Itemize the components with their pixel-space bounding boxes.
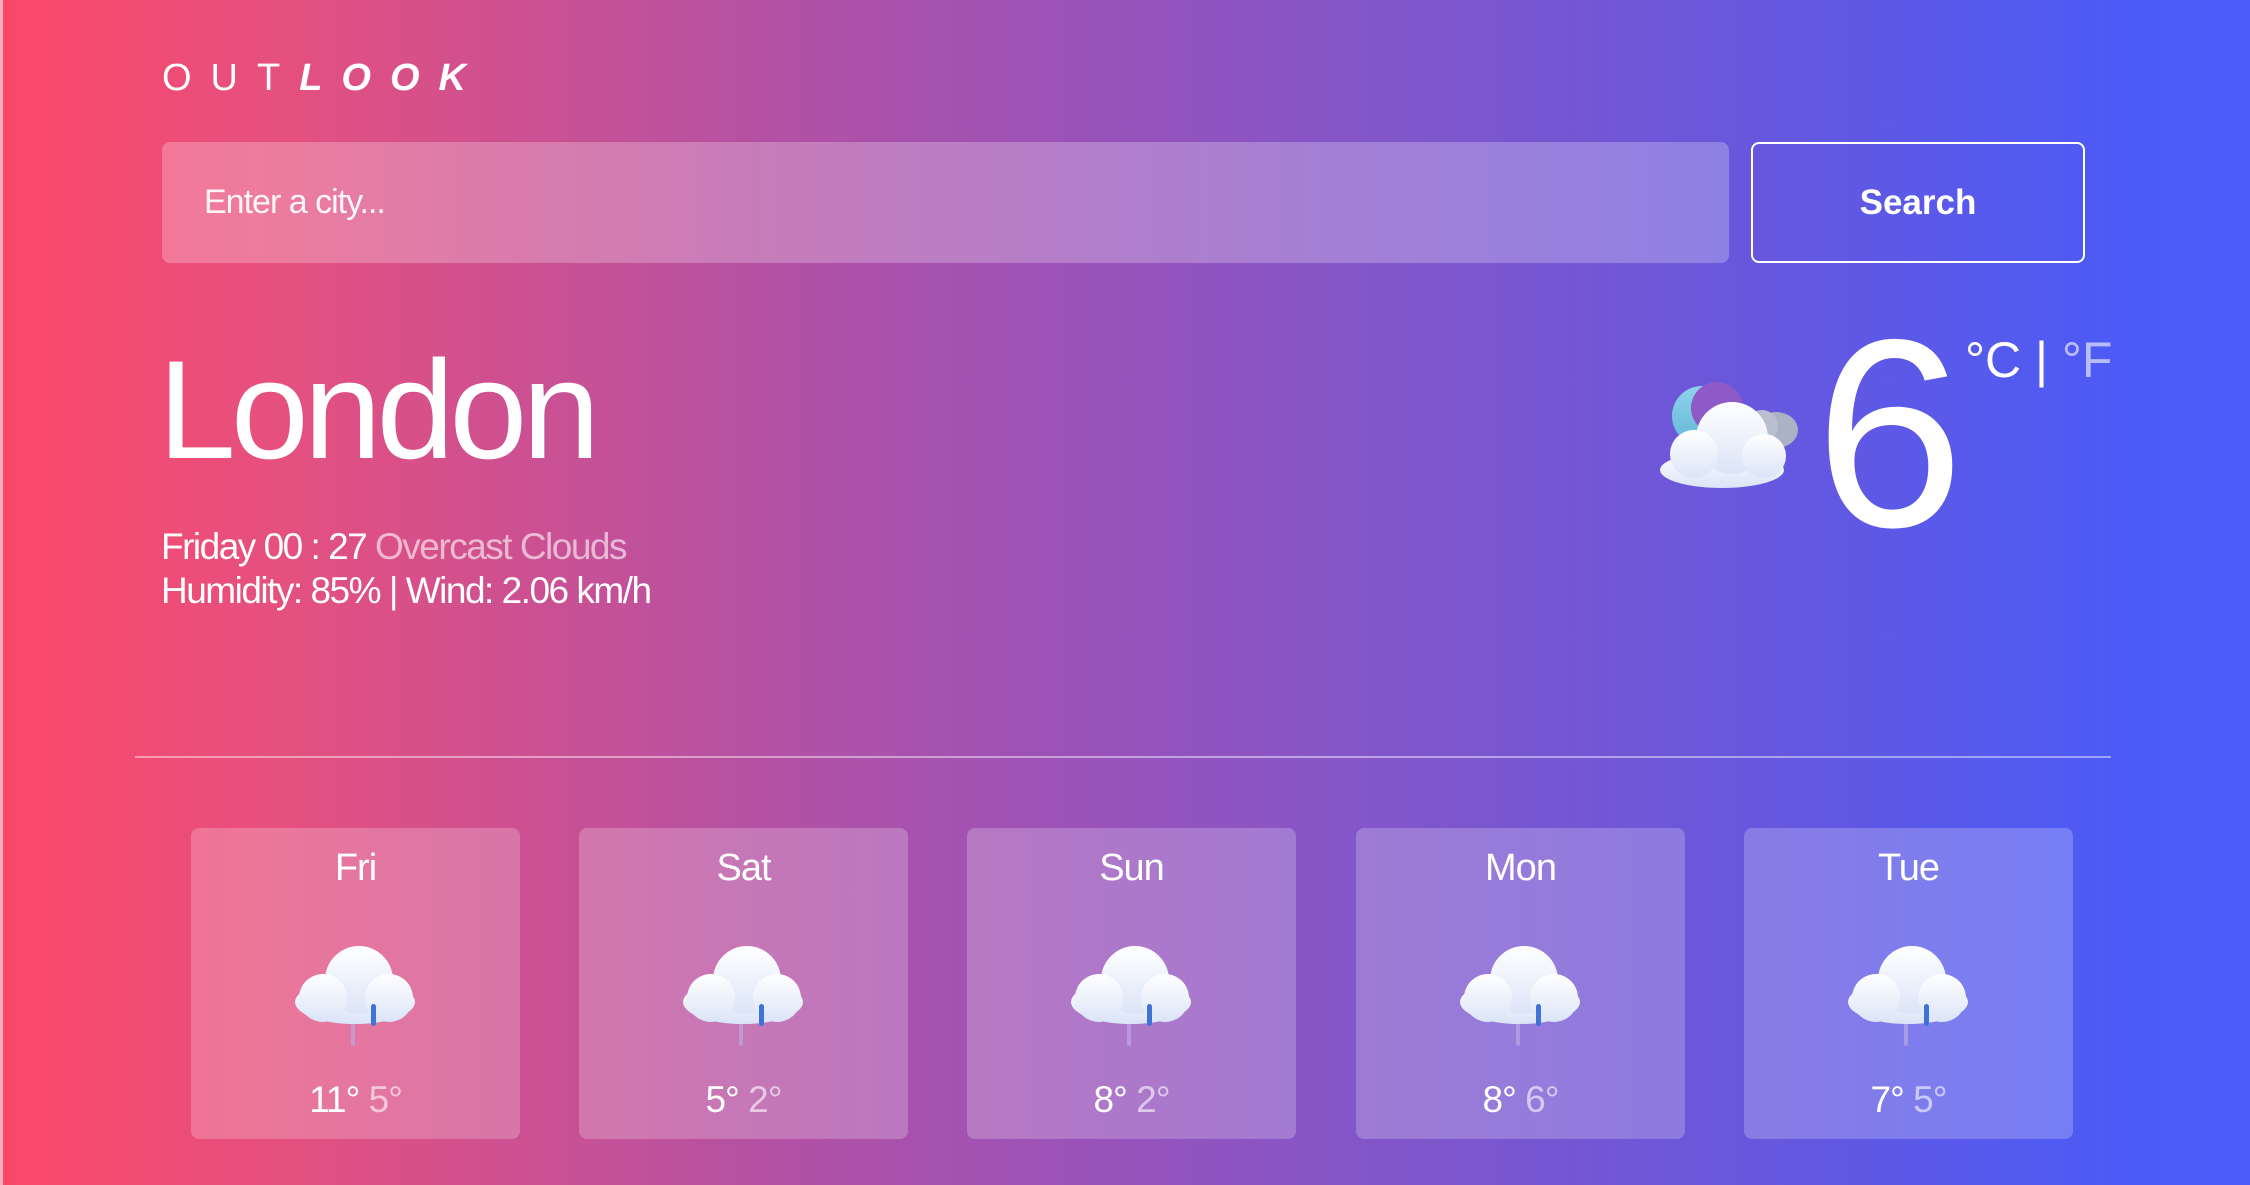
cloud-rain-icon [683,946,803,1046]
forecast-day: Sun [1099,847,1165,889]
cloud-rain-icon [295,946,415,1046]
app-logo: OUTLOOK [162,56,485,100]
humidity-value: 85% [310,570,381,611]
forecast-low: 5° [1913,1079,1947,1120]
forecast-temps: 5° 2° [579,1078,908,1122]
wind-label: Wind: [405,570,495,611]
forecast-temps: 7° 5° [1744,1078,2073,1122]
forecast-high: 8° [1093,1079,1127,1120]
forecast-day: Tue [1877,847,1940,889]
humidity-wind-line: Humidity: 85% | Wind: 2.06 km/h [161,569,652,613]
forecast-card: Mon 8° 6° [1356,828,1685,1139]
unit-separator: | [2035,332,2049,388]
city-name: London [158,331,600,488]
forecast-high: 11° [309,1079,360,1120]
forecast-day: Fri [334,847,377,889]
forecast-low: 6° [1525,1079,1559,1120]
forecast-card: Sat 5° 2° [579,828,908,1139]
current-details: Friday 00 : 27 Overcast Clouds Humidity:… [161,525,652,613]
section-divider [135,756,2111,758]
forecast-high: 5° [705,1079,739,1120]
forecast-day: Sat [716,847,771,889]
humidity-label: Humidity: [161,570,303,611]
cloud-rain-icon [1071,946,1191,1046]
datetime-line: Friday 00 : 27 Overcast Clouds [161,525,651,569]
day-time: Friday 00 : 27 [161,526,368,567]
forecast-low: 2° [748,1079,782,1120]
cloud-moon-icon [1660,382,1798,488]
celsius-toggle[interactable]: °C [1965,332,2021,388]
fahrenheit-toggle[interactable]: °F [2062,332,2113,388]
forecast-temps: 11° 5° [191,1078,520,1122]
forecast-card: Fri 11° 5° [191,828,520,1139]
logo-part-out: OUT [162,57,300,99]
search-button[interactable]: Search [1751,142,2085,263]
logo-part-look: LOOK [299,57,485,99]
window-edge [0,0,3,1185]
forecast-temps: 8° 6° [1356,1078,1685,1122]
forecast-card: Sun 8° 2° [967,828,1296,1139]
city-search-input[interactable] [162,142,1729,263]
wind-value: 2.06 km/h [501,570,652,611]
forecast-day: Mon [1485,847,1557,889]
cloud-rain-icon [1460,946,1580,1046]
info-separator: | [388,570,399,611]
forecast-temps: 8° 2° [967,1078,1296,1122]
cloud-rain-icon [1848,946,1968,1046]
weather-condition: Overcast Clouds [375,526,628,567]
forecast-high: 7° [1870,1079,1904,1120]
forecast-low: 2° [1136,1079,1170,1120]
current-temperature: 6 [1815,283,1964,583]
forecast-high: 8° [1482,1079,1516,1120]
forecast-card: Tue 7° 5° [1744,828,2073,1139]
unit-toggle: °C | °F [1965,332,2112,388]
forecast-low: 5° [368,1079,403,1120]
